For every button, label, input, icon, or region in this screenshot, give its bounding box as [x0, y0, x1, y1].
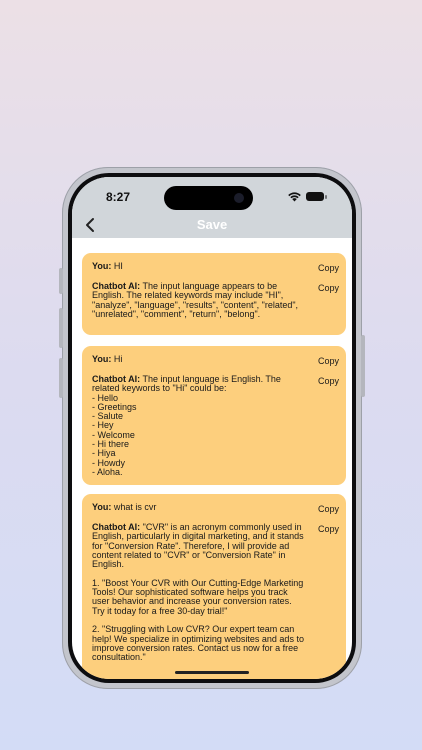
- camera-icon: [234, 193, 244, 203]
- user-message: You: HI: [92, 261, 123, 271]
- message-card: You: what is cvr Copy Chatbot AI: "CVR" …: [82, 494, 346, 679]
- dynamic-island: [164, 186, 253, 210]
- bot-message: Chatbot AI: The input language appears t…: [92, 281, 301, 319]
- volume-down-button: [59, 358, 63, 398]
- volume-up-button: [59, 308, 63, 348]
- copy-user-button[interactable]: Copy: [318, 356, 339, 366]
- message-card: You: HI Copy Chatbot AI: The input langu…: [82, 253, 346, 335]
- status-time: 8:27: [106, 190, 131, 204]
- copy-user-button[interactable]: Copy: [318, 504, 339, 514]
- wifi-icon: [288, 192, 301, 202]
- battery-icon: [306, 192, 328, 202]
- bot-message: Chatbot AI: The input language is Englis…: [92, 374, 281, 477]
- phone-bezel: 8:27 Save You: HI Copy Chatbot AI: The i…: [68, 173, 356, 683]
- saved-messages-list[interactable]: You: HI Copy Chatbot AI: The input langu…: [72, 238, 352, 679]
- page-title: Save: [196, 217, 228, 232]
- action-button: [59, 268, 63, 294]
- bot-message: Chatbot AI: "CVR" is an acronym commonly…: [92, 522, 304, 663]
- copy-bot-button[interactable]: Copy: [318, 283, 339, 293]
- message-card: You: Hi Copy Chatbot AI: The input langu…: [82, 346, 346, 485]
- app-screen: 8:27 Save You: HI Copy Chatbot AI: The i…: [72, 177, 352, 679]
- power-button: [361, 335, 365, 397]
- copy-bot-button[interactable]: Copy: [318, 524, 339, 534]
- user-message: You: Hi: [92, 354, 123, 364]
- navigation-bar: 8:27 Save: [72, 177, 352, 238]
- home-indicator[interactable]: [175, 671, 249, 674]
- copy-user-button[interactable]: Copy: [318, 263, 339, 273]
- copy-bot-button[interactable]: Copy: [318, 376, 339, 386]
- user-message: You: what is cvr: [92, 502, 157, 512]
- phone-frame: 8:27 Save You: HI Copy Chatbot AI: The i…: [62, 167, 362, 689]
